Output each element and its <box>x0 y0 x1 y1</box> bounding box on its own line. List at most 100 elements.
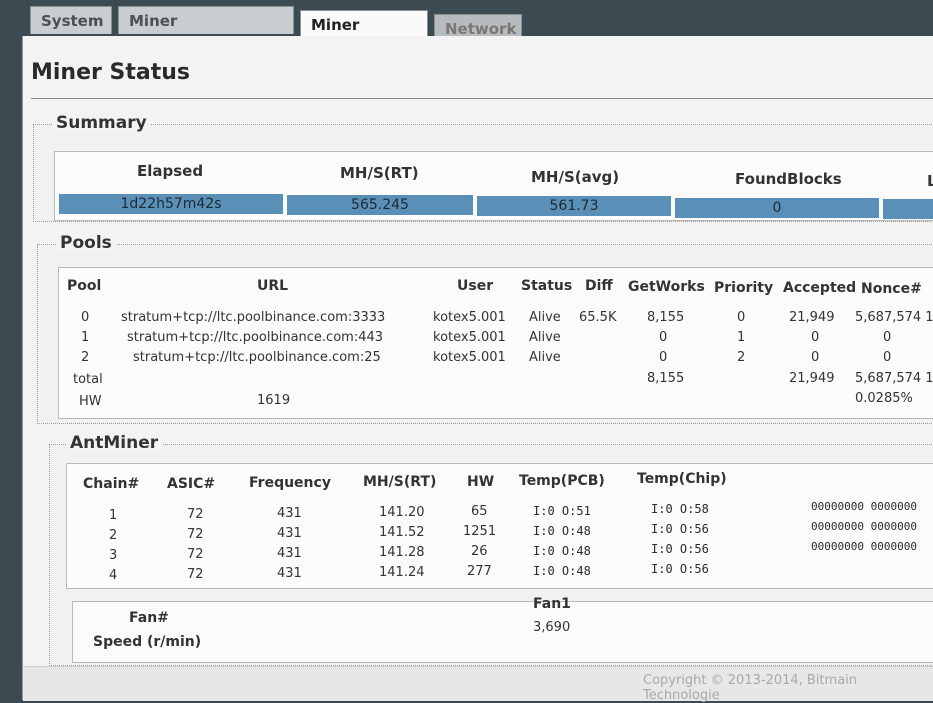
summary-legend: Summary <box>52 113 151 133</box>
pools-header-status: Status <box>521 278 573 294</box>
pool-row-2-accepted: 0 <box>811 350 820 365</box>
fan-header: Fan# <box>129 610 169 626</box>
chain-row-2-chain: 2 <box>109 528 118 543</box>
pools-total-nonce: 5,687,574 1, <box>855 371 933 386</box>
pools-header-diff: Diff <box>585 278 613 294</box>
pool-row-2-priority: 2 <box>737 350 746 365</box>
pool-row-2-url: stratum+tcp://ltc.poolbinance.com:25 <box>133 350 381 365</box>
pool-row-1-status: Alive <box>529 330 561 345</box>
pool-row-2-status: Alive <box>529 350 561 365</box>
summary-value-foundblocks: 0 <box>675 198 879 218</box>
summary-value-mhs-avg: 561.73 <box>477 196 671 216</box>
pool-row-1-getworks: 0 <box>659 330 668 345</box>
antminer-legend: AntMiner <box>66 433 163 453</box>
page-title: Miner Status <box>31 60 191 85</box>
antminer-header-mhs-rt: MH/S(RT) <box>363 474 437 490</box>
pools-header-pool: Pool <box>67 278 102 294</box>
chain-row-1-chain: 1 <box>109 508 118 523</box>
chain-row-3-temp-chip: I:0 O:56 <box>651 542 709 556</box>
pool-row-0-nonce: 5,687,574 1, <box>855 310 933 325</box>
chain-row-1-hw: 65 <box>471 504 488 519</box>
antminer-fan-table: Fan# Speed (r/min) Fan1 3,690 <box>72 596 933 663</box>
pool-row-0-id: 0 <box>81 310 90 325</box>
summary-value-extra <box>883 199 933 219</box>
chain-row-2-status: 00000000 0000000 <box>811 520 917 533</box>
antminer-header-hw: HW <box>467 474 495 490</box>
tab-system[interactable]: System <box>30 6 112 34</box>
page-content: Miner Status Summary Elapsed MH/S(RT) MH… <box>22 36 933 703</box>
fan-speed-label: Speed (r/min) <box>93 634 202 650</box>
pools-table: Pool URL User Status Diff GetWorks Prior… <box>58 267 933 419</box>
pool-row-2-nonce: 0 <box>883 350 892 365</box>
summary-header-elapsed: Elapsed <box>137 162 204 180</box>
chain-row-3-asic: 72 <box>187 547 204 562</box>
chain-row-4-asic: 72 <box>187 567 204 582</box>
fan1-speed-value: 3,690 <box>533 620 571 635</box>
pools-header-getworks: GetWorks <box>628 279 705 295</box>
summary-value-elapsed: 1d22h57m42s <box>59 194 283 214</box>
chain-row-2-temp-pcb: I:0 O:48 <box>533 524 591 538</box>
summary-header-foundblocks: FoundBlocks <box>735 170 842 188</box>
summary-value-mhs-rt: 565.245 <box>287 195 473 215</box>
antminer-chain-table: Chain# ASIC# Frequency MH/S(RT) HW Temp(… <box>66 463 933 589</box>
pool-row-0-status: Alive <box>529 310 561 325</box>
pools-header-url: URL <box>257 278 289 294</box>
chain-row-2-hw: 1251 <box>463 524 497 539</box>
pool-row-2-user: kotex5.001 <box>433 350 506 365</box>
chain-row-1-status: 00000000 0000000 <box>811 500 917 513</box>
chain-row-1-asic: 72 <box>187 507 204 522</box>
chain-row-3-frequency: 431 <box>277 546 302 561</box>
chain-row-1-mhs: 141.20 <box>379 505 425 520</box>
antminer-header-frequency: Frequency <box>249 475 331 491</box>
chain-row-1-frequency: 431 <box>277 506 302 521</box>
summary-header-mhs-avg: MH/S(avg) <box>531 168 620 186</box>
pool-row-0-priority: 0 <box>737 310 746 325</box>
summary-header-l: L <box>927 172 933 190</box>
pools-hw-percent: 0.0285% <box>855 391 913 406</box>
pool-row-0-user: kotex5.001 <box>433 310 506 325</box>
pool-row-1-priority: 1 <box>737 330 746 345</box>
pools-header-nonce: Nonce# <box>861 281 922 297</box>
summary-section: Summary Elapsed MH/S(RT) MH/S(avg) Found… <box>33 113 933 222</box>
pool-row-1-nonce: 0 <box>883 330 892 345</box>
antminer-section: AntMiner Chain# ASIC# Frequency MH/S(RT)… <box>49 433 933 666</box>
chain-row-4-frequency: 431 <box>277 566 302 581</box>
chain-row-2-mhs: 141.52 <box>379 525 425 540</box>
pool-row-1-url: stratum+tcp://ltc.poolbinance.com:443 <box>127 330 384 345</box>
chain-row-4-mhs: 141.24 <box>379 565 425 580</box>
pool-row-1-user: kotex5.001 <box>433 330 506 345</box>
pool-row-1-id: 1 <box>81 330 90 345</box>
tab-miner-configuration[interactable]: Miner Configuration <box>118 6 294 58</box>
pools-header-priority: Priority <box>714 280 774 296</box>
pools-total-getworks: 8,155 <box>647 371 685 386</box>
pool-row-0-accepted: 21,949 <box>789 310 835 325</box>
title-divider <box>31 98 933 99</box>
pools-header-user: User <box>457 278 494 294</box>
chain-row-2-asic: 72 <box>187 527 204 542</box>
pools-header-accepted: Accepted <box>783 280 857 296</box>
pools-total-label: total <box>73 372 103 387</box>
chain-row-3-status: 00000000 0000000 <box>811 540 917 553</box>
chain-row-4-temp-chip: I:0 O:56 <box>651 562 709 576</box>
fan1-header: Fan1 <box>533 596 571 612</box>
copyright-footer: Copyright © 2013-2014, Bitmain Technolog… <box>643 673 858 703</box>
chain-row-2-temp-chip: I:0 O:56 <box>651 522 709 536</box>
summary-header-mhs-rt: MH/S(RT) <box>340 164 419 182</box>
chain-row-3-hw: 26 <box>471 544 488 559</box>
pools-hw-label: HW <box>79 394 102 409</box>
antminer-header-chain: Chain# <box>83 476 140 492</box>
summary-table: Elapsed MH/S(RT) MH/S(avg) FoundBlocks L… <box>54 151 933 221</box>
pools-legend: Pools <box>56 233 116 253</box>
pools-section: Pools Pool URL User Status Diff GetWorks… <box>37 233 933 424</box>
pool-row-2-getworks: 0 <box>659 350 668 365</box>
pools-total-accepted: 21,949 <box>789 371 835 386</box>
chain-row-4-hw: 277 <box>467 564 492 579</box>
antminer-header-temp-pcb: Temp(PCB) <box>519 473 605 489</box>
antminer-header-temp-chip: Temp(Chip) <box>637 471 727 487</box>
pool-row-1-accepted: 0 <box>811 330 820 345</box>
pool-row-0-getworks: 8,155 <box>647 310 685 325</box>
chain-row-1-temp-chip: I:0 O:58 <box>651 502 709 516</box>
pool-row-0-url: stratum+tcp://ltc.poolbinance.com:3333 <box>121 310 386 325</box>
chain-row-3-mhs: 141.28 <box>379 545 425 560</box>
chain-row-4-temp-pcb: I:0 O:48 <box>533 564 591 578</box>
